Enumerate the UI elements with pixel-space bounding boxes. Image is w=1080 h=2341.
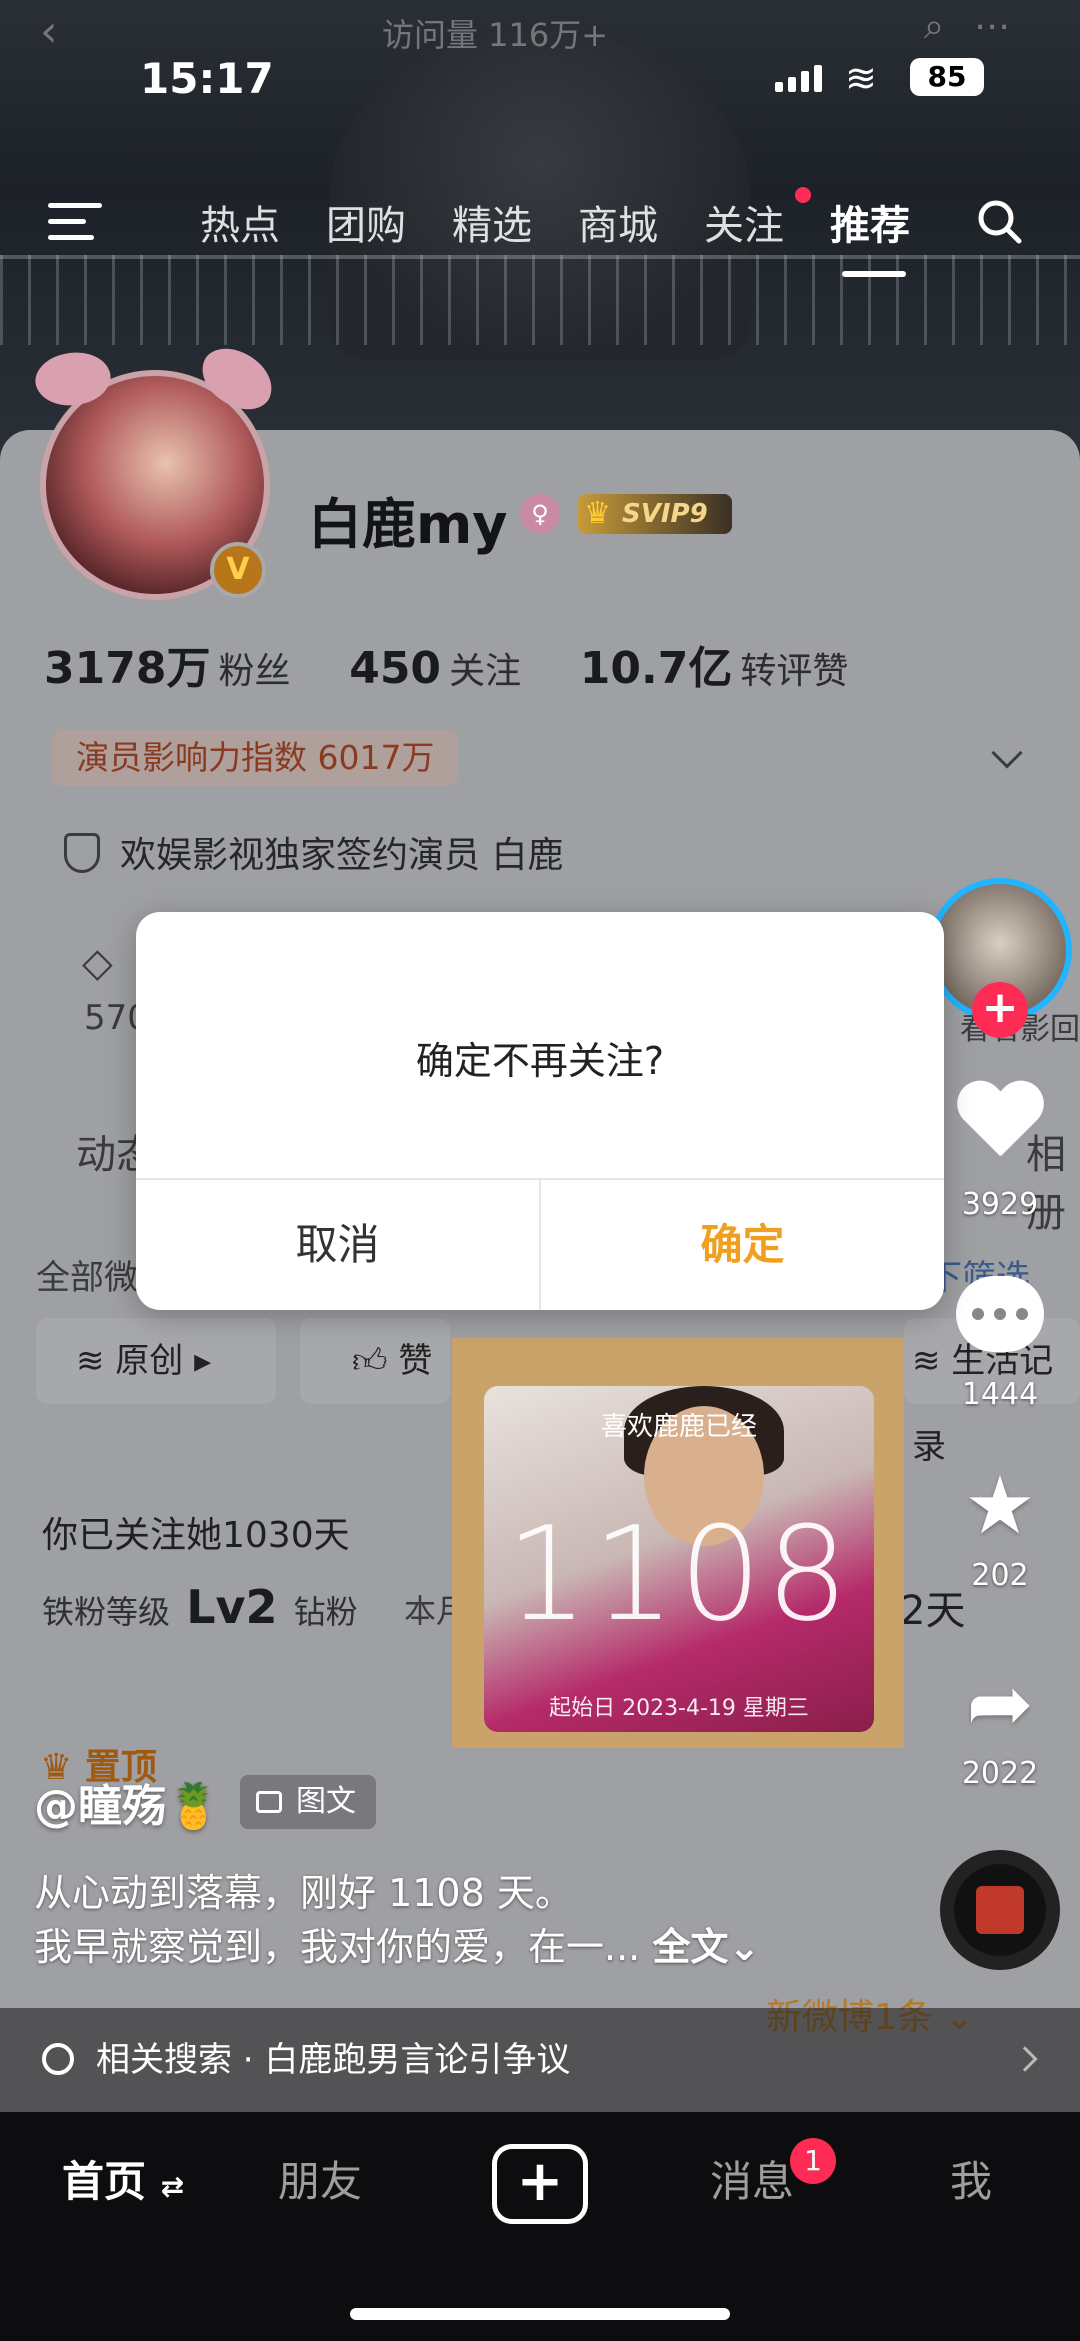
star-icon: ★ (964, 1459, 1036, 1552)
verified-badge-icon: V (210, 542, 266, 598)
confirm-button[interactable]: 确定 (541, 1180, 944, 1310)
home-indicator (350, 2308, 730, 2320)
followed-days: 你已关注她1030天 (42, 1515, 350, 1556)
fans-level-label: 铁粉等级 (42, 1593, 171, 1631)
comment-count: 1444 (961, 1377, 1039, 1412)
bottom-tab-bar: 首页 ⇄ 朋友 + 消息 1 我 (0, 2112, 1080, 2341)
tab-home[interactable]: 首页 ⇄ (62, 2148, 184, 2209)
share-arrow-icon: ➦ (966, 1657, 1034, 1750)
cancel-button[interactable]: 取消 (136, 1180, 539, 1310)
likes-count: 10.7亿 (579, 643, 733, 694)
unfollow-confirm-dialog: 确定不再关注? 取消 确定 (136, 912, 944, 1310)
tab-messages[interactable]: 消息 (710, 2148, 794, 2209)
related-search-text: 相关搜索 · 白鹿跑男言论引争议 (96, 2040, 571, 2080)
fans-level-value: Lv2 (186, 1580, 278, 1634)
layers-icon: ≋ (912, 1341, 952, 1381)
fans-level-suffix: 钻粉 (293, 1593, 358, 1631)
music-disc-icon[interactable] (940, 1850, 1060, 1970)
svip-label: SVIP9 (622, 499, 708, 529)
faded-header-icons: ⌕⋯ (923, 6, 1040, 47)
following-count[interactable]: 450 (349, 643, 441, 694)
follow-plus-icon[interactable]: + (972, 982, 1028, 1038)
active-tab-indicator (842, 271, 906, 277)
related-search-bar[interactable]: 相关搜索 · 白鹿跑男言论引争议 (0, 2008, 1080, 2112)
status-bar: 15:17 ≋ 85 (0, 50, 1080, 110)
fans-level: 铁粉等级 Lv2 钻粉 (42, 1580, 358, 1634)
layers-icon: ≋ (76, 1341, 116, 1381)
heart-icon (952, 1082, 1048, 1183)
comment-icon (952, 1276, 1048, 1373)
like-button[interactable]: 3929 (952, 1082, 1048, 1222)
comment-button[interactable]: 1444 (952, 1276, 1048, 1412)
top-nav: 热点 团购 精选 商城 关注 推荐 (0, 185, 1080, 277)
diamond-icon: ◇ (82, 940, 113, 986)
background-railing (0, 255, 1080, 345)
tab-recommend[interactable]: 推荐 (830, 193, 910, 251)
tab-friends[interactable]: 朋友 (278, 2148, 362, 2209)
post-caption: 从心动到落幕，刚好 1108 天。 我早就察觉到，我对你的爱，在一... 全文⌄ (34, 1866, 760, 1974)
create-post-button[interactable]: + (492, 2144, 588, 2224)
like-count: 3929 (961, 1187, 1039, 1222)
photo-start-date: 起始日 2023-4-19 星期三 (549, 1696, 809, 1721)
image-icon (256, 1791, 282, 1813)
image-post-tag-label: 图文 (296, 1784, 356, 1819)
faded-header: ‹ 访问量 116万+ ⌕⋯ (0, 6, 1080, 57)
favorite-count: 202 (971, 1558, 1029, 1593)
favorite-button[interactable]: ★ 202 (952, 1458, 1048, 1593)
filter-original[interactable]: ≋ 原创 ▸ (36, 1318, 276, 1404)
status-time: 15:17 (140, 54, 274, 103)
svip-badge: ♛ SVIP9 (578, 494, 732, 534)
tab-mall[interactable]: 商城 (578, 193, 658, 251)
tab-group-buy[interactable]: 团购 (326, 193, 406, 251)
chevron-right-icon (1012, 2046, 1038, 2072)
tab-following[interactable]: 关注 (704, 193, 784, 251)
post-line-1: 从心动到落幕，刚好 1108 天。 (34, 1871, 573, 1915)
fans-count[interactable]: 3178万 (44, 643, 210, 694)
expand-full-text[interactable]: 全文⌄ (652, 1925, 760, 1969)
swap-icon: ⇄ (160, 2170, 185, 2203)
thumbs-up-icon: 👍︎ (352, 1341, 399, 1381)
profile-username: 白鹿my (308, 493, 508, 556)
post-author[interactable]: @瞳殇🍍 (34, 1770, 221, 1834)
share-button[interactable]: ➦ 2022 (952, 1656, 1048, 1791)
image-post-tag: 图文 (240, 1775, 376, 1829)
original-label: 原创 (115, 1341, 184, 1381)
signing-text: 欢娱影视独家签约演员 白鹿 (120, 835, 564, 876)
tab-hot[interactable]: 热点 (200, 193, 280, 251)
photo-caption: 喜欢鹿鹿已经 (600, 1412, 757, 1442)
post-line-2: 我早就察觉到，我对你的爱，在一... (34, 1925, 653, 1969)
liked-label: 赞 (398, 1341, 433, 1381)
profile-stats: 3178万 粉丝 450 关注 10.7亿 转评赞 (44, 632, 894, 696)
tab-me[interactable]: 我 (950, 2148, 992, 2209)
wifi-icon: ≋ (845, 56, 877, 100)
influence-index-badge[interactable]: 演员影响力指数 6017万 (52, 730, 459, 786)
photo-day-count: 1108 (505, 1498, 853, 1650)
battery-icon: 85 (910, 58, 984, 96)
share-count: 2022 (961, 1756, 1039, 1791)
fans-label: 粉丝 (218, 651, 291, 692)
post-image[interactable]: 喜欢鹿鹿已经 1108 起始日 2023-4-19 星期三 (452, 1338, 904, 1748)
following-label: 关注 (449, 651, 522, 692)
child-photo: 喜欢鹿鹿已经 1108 起始日 2023-4-19 星期三 (484, 1386, 874, 1732)
messages-badge: 1 (790, 2138, 836, 2184)
following-notification-dot (795, 187, 811, 203)
search-icon[interactable] (975, 197, 1023, 245)
search-icon (42, 2043, 74, 2075)
likes-label: 转评赞 (740, 651, 849, 692)
tab-featured[interactable]: 精选 (452, 193, 532, 251)
shield-icon (64, 833, 100, 873)
menu-icon[interactable] (48, 203, 102, 243)
signing-info: 欢娱影视独家签约演员 白鹿 (64, 826, 563, 878)
filter-liked[interactable]: 👍︎ 赞 (300, 1318, 450, 1404)
cellular-signal-icon (775, 64, 822, 92)
dialog-message: 确定不再关注? (415, 1039, 665, 1083)
all-posts-label: 全部微 (36, 1258, 138, 1298)
crown-icon: ♛ (584, 496, 611, 531)
female-gender-icon: ♀ (520, 494, 560, 534)
tab-home-label: 首页 (62, 2157, 147, 2206)
